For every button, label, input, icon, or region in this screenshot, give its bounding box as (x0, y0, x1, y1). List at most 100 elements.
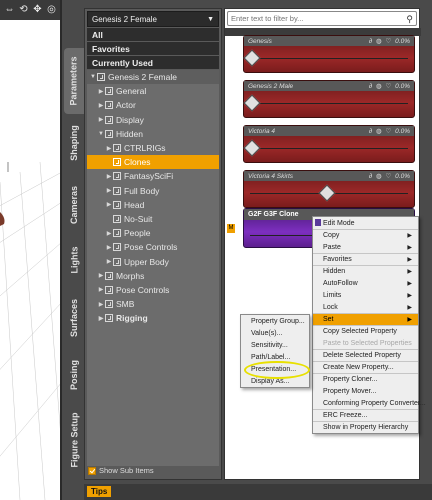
show-sub-items-option[interactable]: Show Sub Items (88, 466, 154, 475)
menu-item[interactable]: Conforming Property Converter... (313, 397, 426, 409)
tab-shaping[interactable]: Shaping (64, 118, 84, 168)
menu-item-label: Delete Selected Property (323, 352, 401, 359)
tree-node[interactable]: ▶ CTRLRIGs (87, 141, 219, 155)
tab-lights[interactable]: Lights (64, 240, 84, 280)
tree-node[interactable]: ▶ Upper Body (87, 254, 219, 268)
menu-item[interactable]: ERC Freeze... (313, 409, 418, 421)
link-heart-icons[interactable]: ∂ ◍ ♡ (369, 128, 395, 135)
slider-knob[interactable] (243, 139, 261, 157)
quick-item-favorites[interactable]: Favorites (87, 42, 219, 55)
collapsed-arrow-icon[interactable]: ▶ (105, 145, 113, 152)
menu-item[interactable]: Copy ▶ (313, 229, 418, 241)
tree-node[interactable]: ▼ Genesis 2 Female (87, 70, 219, 85)
collapsed-arrow-icon[interactable]: ▶ (105, 230, 113, 237)
slider-knob[interactable] (318, 184, 336, 202)
property-slider[interactable]: Victoria 4 ∂ ◍ ♡ 0.0% (243, 125, 415, 163)
menu-item[interactable]: Limits ▶ (313, 289, 418, 301)
tree-node[interactable]: ▶ FantasySciFi (87, 169, 219, 183)
collapsed-arrow-icon[interactable]: ▶ (97, 102, 105, 109)
menu-item[interactable]: Favorites ▶ (313, 253, 418, 265)
property-tree: ▼ Genesis 2 Female ▶ General ▶ Actor ▶ Display ▼… (87, 70, 219, 466)
tree-node[interactable]: ▼ Hidden (87, 127, 219, 141)
node-checkbox-icon (105, 271, 113, 280)
viewport[interactable]: ⇔ ⟲ ✥ ◎ (0, 0, 62, 500)
move-icon[interactable]: ✥ (32, 5, 43, 16)
tree-node[interactable]: ▶ People (87, 226, 219, 240)
menu-item[interactable]: AutoFollow ▶ (313, 277, 418, 289)
filter-search-box[interactable]: ⚲ (227, 11, 417, 26)
menu-item[interactable]: Value(s)... (241, 327, 309, 339)
tree-node[interactable]: ▶ General (87, 84, 219, 98)
tree-node[interactable]: ▶ Display (87, 113, 219, 127)
orbit-icon[interactable]: ◎ (46, 5, 57, 16)
filter-input[interactable] (231, 14, 396, 23)
menu-item[interactable]: Edit Mode (313, 217, 418, 229)
menu-item[interactable]: Delete Selected Property (313, 349, 418, 361)
node-checkbox-icon (105, 285, 113, 294)
link-heart-icons[interactable]: ∂ ◍ ♡ (369, 173, 395, 180)
slider-knob[interactable] (243, 94, 261, 112)
collapsed-arrow-icon[interactable]: ▶ (97, 286, 105, 293)
menu-item[interactable]: Lock ▶ (313, 301, 418, 313)
collapsed-arrow-icon[interactable]: ▶ (97, 315, 105, 322)
tree-node[interactable]: ▶ SMB (87, 297, 219, 311)
menu-item[interactable]: Set ▶ (313, 313, 418, 325)
collapsed-arrow-icon[interactable]: ▶ (105, 201, 113, 208)
menu-item[interactable]: Property Cloner... (313, 373, 418, 385)
node-checkbox-icon (113, 186, 121, 195)
menu-item[interactable]: Copy Selected Property (313, 325, 418, 337)
slider-knob[interactable] (243, 49, 261, 67)
tree-node[interactable]: ▶ Full Body (87, 184, 219, 198)
menu-item[interactable]: Hidden ▶ (313, 265, 418, 277)
tree-node[interactable]: No-Suit (87, 212, 219, 226)
property-slider[interactable]: Genesis 2 Male ∂ ◍ ♡ 0.0% (243, 80, 415, 118)
tree-node[interactable]: ▶ Head (87, 198, 219, 212)
node-checkbox-icon (113, 214, 121, 223)
search-icon[interactable]: ⚲ (406, 14, 413, 25)
expanded-arrow-icon[interactable]: ▼ (97, 131, 105, 137)
collapsed-arrow-icon[interactable]: ▶ (97, 88, 105, 95)
collapsed-arrow-icon[interactable]: ▶ (97, 116, 105, 123)
collapsed-arrow-icon[interactable]: ▶ (105, 244, 113, 251)
link-heart-icons[interactable]: ∂ ◍ ♡ (369, 38, 395, 45)
arrows-icon[interactable]: ⇔ (4, 5, 15, 16)
menu-item[interactable]: Sensitivity... (241, 339, 309, 351)
figure-selector[interactable]: Genesis 2 Female ▼ (87, 11, 219, 27)
menu-item[interactable]: Paste ▶ (313, 241, 418, 253)
slider-value[interactable]: 0.0% (395, 173, 410, 180)
tips-tab[interactable]: Tips (87, 486, 112, 497)
collapsed-arrow-icon[interactable]: ▶ (97, 301, 105, 308)
quick-item-all[interactable]: All (87, 28, 219, 41)
collapsed-arrow-icon[interactable]: ▶ (97, 272, 105, 279)
link-heart-icons[interactable]: ∂ ◍ ♡ (369, 83, 395, 90)
menu-item[interactable]: Property Mover... (313, 385, 418, 397)
menu-item[interactable]: Create New Property... (313, 361, 418, 373)
tree-node[interactable]: ▶ Pose Controls (87, 283, 219, 297)
slider-value[interactable]: 0.0% (395, 38, 410, 45)
tab-parameters[interactable]: Parameters (64, 48, 84, 114)
tab-surfaces[interactable]: Surfaces (64, 290, 84, 346)
slider-value[interactable]: 0.0% (395, 83, 410, 90)
collapsed-arrow-icon[interactable]: ▶ (105, 187, 113, 194)
property-slider[interactable]: Victoria 4 Skirts ∂ ◍ ♡ 0.0% (243, 170, 415, 208)
slider-value[interactable]: 0.0% (395, 128, 410, 135)
tab-posing[interactable]: Posing (64, 352, 84, 398)
rotate-icon[interactable]: ⟲ (18, 5, 29, 16)
tree-node[interactable]: Clones (87, 155, 219, 170)
tab-cameras[interactable]: Cameras (64, 180, 84, 230)
tab-figure-setup[interactable]: Figure Setup (64, 404, 84, 476)
quick-item-currently-used[interactable]: Currently Used (87, 56, 219, 69)
show-sub-items-checkbox[interactable] (88, 466, 96, 475)
tree-node[interactable]: ▶ Morphs (87, 269, 219, 283)
tree-node[interactable]: ▶ Actor (87, 98, 219, 112)
collapsed-arrow-icon[interactable]: ▶ (105, 258, 113, 265)
expanded-arrow-icon[interactable]: ▼ (89, 74, 97, 80)
collapsed-arrow-icon[interactable]: ▶ (105, 173, 113, 180)
tree-node[interactable]: ▶ Rigging (87, 311, 219, 325)
property-slider[interactable]: Genesis ∂ ◍ ♡ 0.0% (243, 35, 415, 73)
menu-item-label: Edit Mode (323, 219, 355, 227)
menu-item[interactable]: Property Group... (241, 315, 309, 327)
submenu-arrow-icon: ▶ (407, 280, 412, 287)
menu-item[interactable]: Show in Property Hierarchy (313, 421, 418, 433)
tree-node[interactable]: ▶ Pose Controls (87, 240, 219, 254)
